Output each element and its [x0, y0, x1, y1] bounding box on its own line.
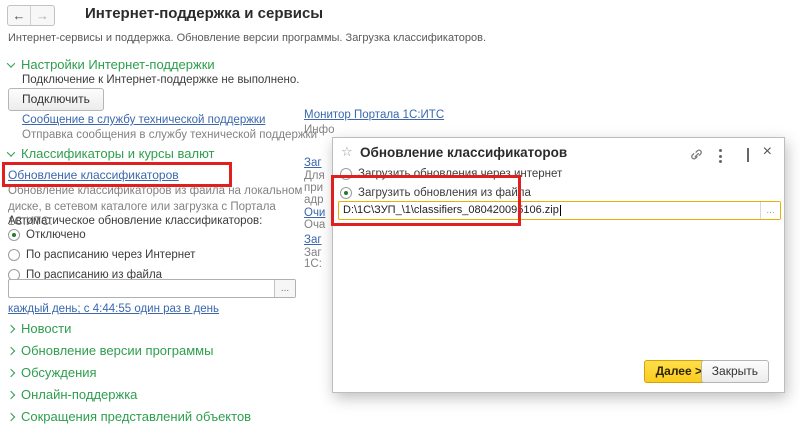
section-title: Обновление версии программы	[21, 343, 213, 358]
radio-selected-icon	[8, 229, 20, 241]
forward-button[interactable]: →	[31, 6, 54, 25]
section-title: Классификаторы и курсы валют	[21, 146, 215, 161]
section-title: Обсуждения	[21, 365, 97, 380]
back-button[interactable]: ←	[8, 6, 31, 25]
chevron-right-icon	[7, 346, 15, 354]
connect-button[interactable]: Подключить	[8, 88, 104, 111]
chevron-right-icon	[7, 368, 15, 376]
clipped-text-fragment: 1С:	[304, 258, 322, 270]
update-file-path-field[interactable]: D:\1C\ЗУП_\1\classifiers_080420095106.zi…	[338, 201, 781, 220]
get-link-icon[interactable]	[689, 148, 704, 164]
schedule-file-path-value[interactable]	[9, 280, 274, 297]
classifier-update-dialog: ☆ Обновление классификаторов × Загрузить…	[332, 137, 785, 393]
close-icon[interactable]: ×	[763, 146, 772, 158]
radio-selected-icon	[340, 187, 352, 199]
more-menu-kebab-icon[interactable]	[716, 148, 725, 164]
section-header-internet-support-settings[interactable]: Настройки Интернет-поддержки	[8, 57, 215, 72]
chevron-right-icon	[7, 412, 15, 420]
radio-download-from-file[interactable]: Загрузить обновления из файла	[340, 187, 531, 199]
page-title: Интернет-поддержка и сервисы	[85, 5, 323, 22]
section-header-discussions[interactable]: Обсуждения	[8, 365, 97, 380]
chevron-right-icon	[7, 390, 15, 398]
nav-history-buttons: ← →	[7, 5, 55, 26]
radio-disabled[interactable]: Отключено	[8, 229, 86, 241]
dialog-close-button[interactable]: Закрыть	[701, 360, 769, 383]
browse-ellipsis-button[interactable]: ...	[760, 202, 780, 219]
section-header-news[interactable]: Новости	[8, 321, 71, 336]
chevron-down-icon	[7, 59, 15, 67]
back-arrow-icon: ←	[13, 8, 26, 23]
clipped-text-fragment: Для	[304, 170, 325, 182]
support-message-description: Отправка сообщения в службу технической …	[22, 129, 317, 141]
schedule-link[interactable]: каждый день; с 4:44:55 один раз в день	[8, 303, 219, 315]
support-message-link[interactable]: Сообщение в службу технической поддержки	[22, 114, 265, 126]
forward-arrow-icon: →	[36, 8, 49, 23]
section-header-online-support[interactable]: Онлайн-поддержка	[8, 387, 137, 402]
text-cursor	[560, 205, 561, 216]
its-portal-monitor-description-clipped: Инфо	[304, 124, 334, 136]
section-title: Онлайн-поддержка	[21, 387, 137, 402]
chevron-right-icon	[7, 324, 15, 332]
connection-status-text: Подключение к Интернет-поддержке не выпо…	[22, 74, 299, 86]
section-header-classifiers-and-rates[interactable]: Классификаторы и курсы валют	[8, 146, 215, 161]
radio-schedule-internet[interactable]: По расписанию через Интернет	[8, 249, 195, 261]
update-file-path-value: D:\1C\ЗУП_\1\classifiers_080420095106.zi…	[343, 204, 559, 216]
its-portal-monitor-link[interactable]: Монитор Портала 1С:ИТС	[304, 109, 444, 121]
section-title: Новости	[21, 321, 71, 336]
section-header-object-presentations[interactable]: Сокращения представлений объектов	[8, 409, 251, 424]
maximize-icon[interactable]	[747, 149, 749, 161]
radio-unselected-icon	[340, 168, 352, 180]
radio-download-via-internet[interactable]: Загрузить обновления через интернет	[340, 168, 562, 180]
favorite-star-icon[interactable]: ☆	[341, 144, 353, 160]
section-header-program-update[interactable]: Обновление версии программы	[8, 343, 213, 358]
browse-ellipsis-button[interactable]: ...	[274, 280, 295, 297]
clipped-link-fragment[interactable]: Заг	[304, 157, 322, 169]
section-title: Настройки Интернет-поддержки	[21, 57, 215, 72]
page-subtitle: Интернет-сервисы и поддержка. Обновление…	[8, 32, 486, 44]
dialog-title: Обновление классификаторов	[360, 145, 567, 160]
classifier-update-link[interactable]: Обновление классификаторов	[8, 168, 179, 182]
clipped-link-fragment[interactable]: Заг	[304, 234, 322, 246]
schedule-file-path-field[interactable]: ...	[8, 279, 296, 298]
radio-unselected-icon	[8, 249, 20, 261]
chevron-down-icon	[7, 148, 15, 156]
auto-update-label: Автоматическое обновление классификаторо…	[8, 215, 262, 227]
section-title: Сокращения представлений объектов	[21, 409, 251, 424]
